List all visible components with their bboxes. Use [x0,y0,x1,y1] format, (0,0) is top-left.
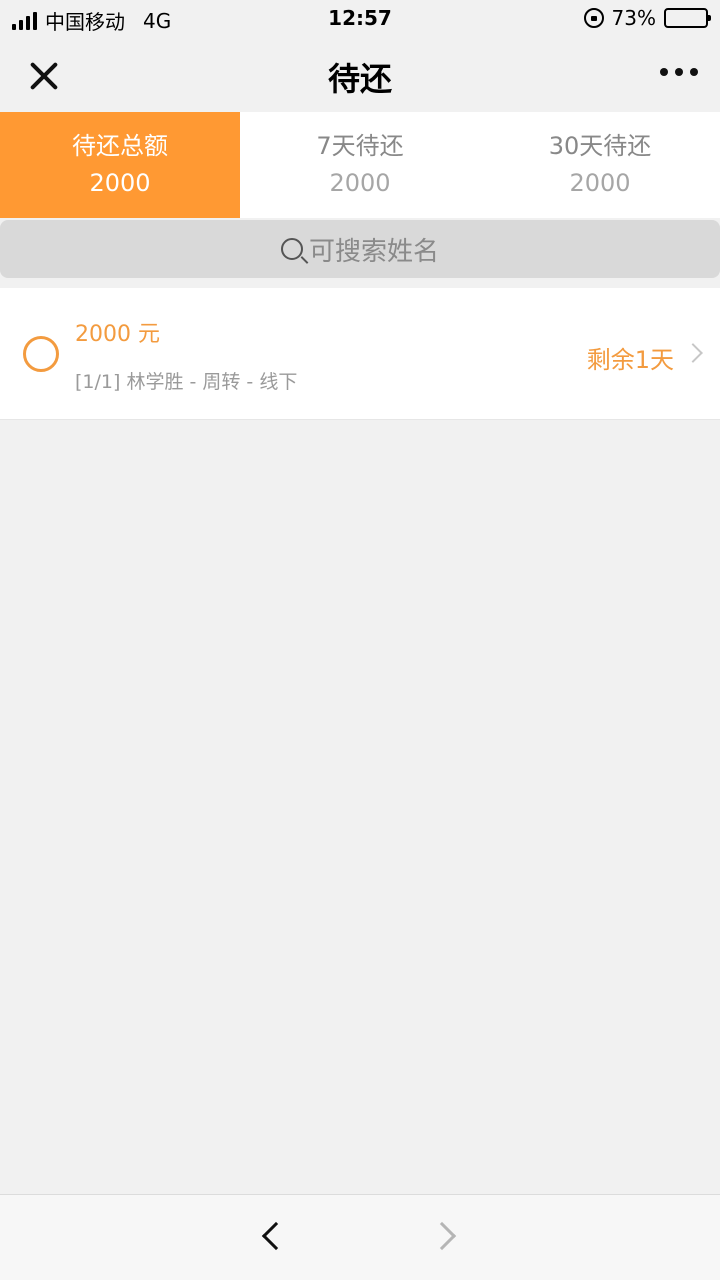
forward-arrow-icon[interactable] [427,1221,457,1251]
search-icon [280,238,303,260]
bottom-toolbar [0,1194,720,1280]
tab-7-days-due[interactable]: 7天待还 2000 [240,112,480,218]
tab-value: 2000 [89,169,151,197]
search-placeholder: 可搜索姓名 [308,236,439,267]
tab-total-due[interactable]: 待还总额 2000 [0,112,240,218]
tab-label: 待还总额 [72,132,168,160]
nav-bar: 待还 [0,36,720,112]
back-arrow-icon[interactable] [261,1221,291,1251]
item-amount: 2000 元 [75,322,160,347]
chevron-right-icon [683,343,703,363]
status-bar: 中国移动 4G 12:57 73% [0,0,720,36]
rotation-lock-icon [583,8,604,28]
list-item[interactable]: 2000 元 [1/1] 林学胜 - 周转 - 线下 剩余1天 [0,288,720,420]
tab-value: 2000 [569,169,631,197]
tab-30-days-due[interactable]: 30天待还 2000 [480,112,720,218]
radio-circle-icon[interactable] [23,336,59,372]
battery-icon [664,8,711,28]
search-input[interactable]: 可搜索姓名 [0,220,720,278]
tab-label: 7天待还 [316,132,404,160]
tab-label: 30天待还 [548,132,652,160]
repayment-list: 2000 元 [1/1] 林学胜 - 周转 - 线下 剩余1天 [0,288,720,420]
status-right: 73% [583,6,711,30]
tab-value: 2000 [329,169,391,197]
summary-tabs: 待还总额 2000 7天待还 2000 30天待还 2000 [0,112,720,218]
battery-percent: 73% [611,6,656,30]
item-description: [1/1] 林学胜 - 周转 - 线下 [75,371,298,393]
page-title: 待还 [327,60,392,98]
item-remaining-days: 剩余1天 [586,346,674,374]
more-icon[interactable] [660,68,698,76]
